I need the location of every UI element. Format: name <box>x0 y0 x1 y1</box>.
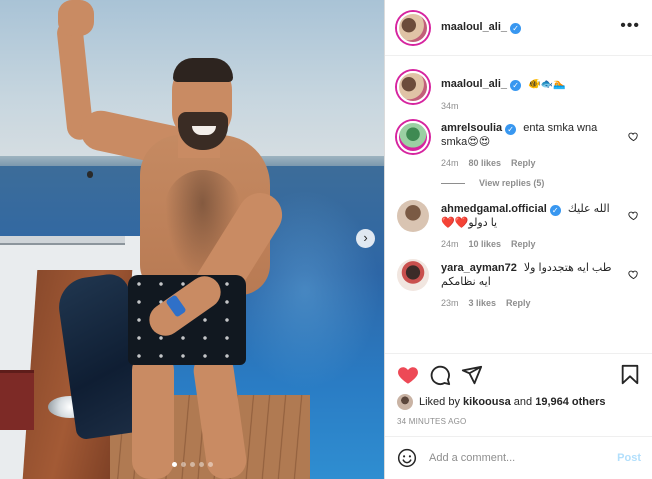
comment-row: yara_ayman72 طب ايه هتجددوا ولا ايه نظام… <box>397 259 641 308</box>
author-avatar[interactable] <box>397 11 429 44</box>
verified-badge-icon: ✓ <box>510 80 522 91</box>
comment-meta: 23m 3 likes Reply <box>441 298 619 308</box>
comment-icon[interactable] <box>429 364 451 386</box>
post-header: maaloul_ali_ ✓ ••• <box>385 0 652 56</box>
comment-meta: 24m 80 likes Reply <box>441 158 619 168</box>
liker-avatar[interactable] <box>397 394 413 410</box>
replies-divider <box>441 182 465 184</box>
caption-username[interactable]: maaloul_ali_ ✓ <box>441 78 522 91</box>
comment-likes-count[interactable]: 80 likes <box>469 158 502 168</box>
verified-badge-icon: ✓ <box>510 23 522 34</box>
comment-username[interactable]: yara_ayman72 <box>441 262 517 274</box>
caption-body: maaloul_ali_ ✓ 🐠🐟🏊 34m <box>441 71 641 111</box>
post-side-panel: maaloul_ali_ ✓ ••• maaloul_ali_ ✓ 🐠🐟🏊 34m <box>384 0 652 479</box>
comment-reply-button[interactable]: Reply <box>511 158 536 168</box>
caption-meta: 34m <box>441 101 619 111</box>
comment-avatar[interactable] <box>397 259 429 291</box>
post-photo[interactable]: › <box>0 0 384 479</box>
more-options-icon[interactable]: ••• <box>620 18 640 34</box>
photo-person-left-leg <box>132 352 174 479</box>
liked-by-user[interactable]: kikoousa <box>463 396 511 408</box>
comments-list[interactable]: maaloul_ali_ ✓ 🐠🐟🏊 34m amrelsoulia ✓ enta … <box>385 57 652 352</box>
caption-text: maaloul_ali_ ✓ 🐠🐟🏊 <box>441 71 619 92</box>
comment-meta: 24m 10 likes Reply <box>441 239 619 249</box>
post-comment-button[interactable]: Post <box>617 452 641 464</box>
photo-boat-rail <box>0 236 125 245</box>
comment-like-heart-icon[interactable] <box>628 131 639 142</box>
carousel-dot <box>190 462 195 467</box>
photo-buoy <box>87 171 93 178</box>
comment-time[interactable]: 24m <box>441 158 459 168</box>
comment-text: ahmedgamal.official ✓ الله عليك يا دولو❤️… <box>441 200 619 230</box>
photo-person-hair <box>173 58 233 82</box>
comment-body: amrelsoulia ✓ enta smka wna smka😍😍 24m 80… <box>441 121 641 168</box>
comment-time[interactable]: 23m <box>441 298 459 308</box>
photo-person-raised-hand <box>58 0 94 36</box>
carousel-indicator <box>172 462 213 467</box>
photo-crate <box>0 370 34 430</box>
comment-username-text[interactable]: amrelsoulia <box>441 122 502 134</box>
comment-text: amrelsoulia ✓ enta smka wna smka😍😍 <box>441 121 619 149</box>
comment-body: yara_ayman72 طب ايه هتجددوا ولا ايه نظام… <box>441 259 641 308</box>
post-actions: Liked by kikoousa and 19,964 others 34 M… <box>385 353 652 426</box>
carousel-dot <box>199 462 204 467</box>
heart-filled-icon[interactable] <box>397 364 419 386</box>
share-icon[interactable] <box>461 364 483 386</box>
caption-avatar[interactable] <box>397 71 429 103</box>
comment-reply-button[interactable]: Reply <box>511 239 536 249</box>
chevron-right-icon: › <box>363 230 368 245</box>
comment-row: amrelsoulia ✓ enta smka wna smka😍😍 24m 80… <box>397 121 641 168</box>
liked-by-middle: and <box>513 396 533 408</box>
liked-by-others[interactable]: 19,964 others <box>535 396 605 408</box>
instagram-post: › maaloul_ali_ ✓ ••• maaloul_ali_ ✓ 🐠🐟🏊 … <box>0 0 652 479</box>
author-username-text[interactable]: maaloul_ali_ <box>441 21 507 33</box>
comment-avatar[interactable] <box>397 200 429 232</box>
comment-username[interactable]: amrelsoulia ✓ <box>441 122 517 135</box>
liked-by-summary: Liked by kikoousa and 19,964 others <box>397 394 641 410</box>
comment-row: ahmedgamal.official ✓ الله عليك يا دولو❤️… <box>397 200 641 249</box>
comment-time[interactable]: 24m <box>441 239 459 249</box>
comment-likes-count[interactable]: 3 likes <box>469 298 497 308</box>
emoji-icon[interactable] <box>397 448 417 468</box>
view-replies-button[interactable]: View replies (5) <box>441 178 641 188</box>
comment-username[interactable]: ahmedgamal.official ✓ <box>441 203 561 216</box>
carousel-dot <box>208 462 213 467</box>
comment-body: ahmedgamal.official ✓ الله عليك يا دولو❤️… <box>441 200 641 249</box>
comment-avatar[interactable] <box>397 121 429 153</box>
add-comment-bar: Post <box>385 436 652 479</box>
caption-time[interactable]: 34m <box>441 101 459 111</box>
comment-username-text[interactable]: ahmedgamal.official <box>441 203 547 215</box>
liked-by-prefix: Liked by <box>419 396 460 408</box>
comment-like-heart-icon[interactable] <box>628 210 639 221</box>
comment-input[interactable] <box>429 452 618 464</box>
caption-username-text[interactable]: maaloul_ali_ <box>441 78 507 90</box>
action-icons <box>397 362 641 388</box>
post-timestamp[interactable]: 34 MINUTES AGO <box>397 417 641 426</box>
comment-likes-count[interactable]: 10 likes <box>469 239 502 249</box>
carousel-dot-active <box>172 462 177 467</box>
comment-like-heart-icon[interactable] <box>628 269 639 280</box>
carousel-next-button[interactable]: › <box>356 229 375 248</box>
bookmark-icon[interactable] <box>619 364 641 386</box>
verified-badge-icon: ✓ <box>549 205 561 216</box>
author-username[interactable]: maaloul_ali_ ✓ <box>441 21 522 34</box>
comment-text: yara_ayman72 طب ايه هتجددوا ولا ايه نظام… <box>441 259 619 289</box>
carousel-dot <box>181 462 186 467</box>
comment-reply-button[interactable]: Reply <box>506 298 531 308</box>
verified-badge-icon: ✓ <box>505 124 517 135</box>
caption-emoji: 🐠🐟🏊 <box>528 79 566 90</box>
caption-row: maaloul_ali_ ✓ 🐠🐟🏊 34m <box>397 71 641 111</box>
view-replies-label[interactable]: View replies (5) <box>479 178 544 188</box>
